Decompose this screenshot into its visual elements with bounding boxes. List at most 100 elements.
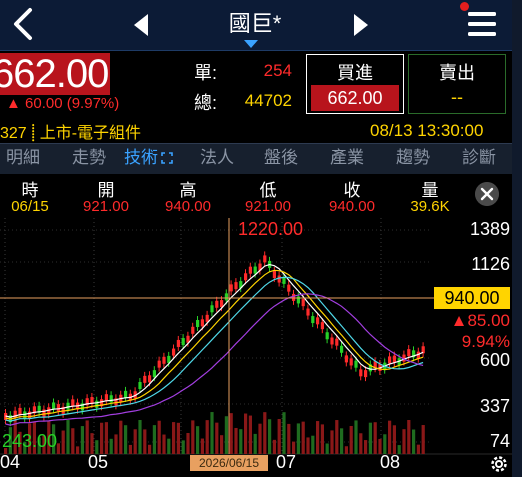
volume-bar bbox=[368, 422, 372, 454]
last-price: 662.00 bbox=[0, 53, 111, 95]
candle-body bbox=[71, 399, 75, 407]
volume-bar bbox=[114, 434, 118, 454]
volume-bar bbox=[316, 421, 320, 454]
volume-bar bbox=[100, 422, 104, 454]
y-tick-1126: 1126 bbox=[471, 254, 510, 274]
volume-bar bbox=[277, 419, 281, 454]
tab-after-hours[interactable]: 盤後 bbox=[264, 144, 298, 174]
dropdown-caret-icon[interactable] bbox=[244, 40, 258, 48]
volume-bar bbox=[224, 416, 228, 454]
candle-body bbox=[330, 337, 334, 345]
tab-diagnosis[interactable]: 診斷 bbox=[462, 144, 496, 174]
previous-stock-icon[interactable] bbox=[126, 10, 158, 40]
volume-bar bbox=[152, 425, 156, 454]
candle-body bbox=[152, 370, 156, 378]
y-tick-1389: 1389 bbox=[469, 219, 510, 239]
y-tick-337: 337 bbox=[479, 396, 510, 416]
volume-bar bbox=[66, 420, 70, 454]
ohlc-low-value: 921.00 bbox=[245, 198, 291, 215]
candle-body bbox=[52, 402, 56, 410]
buy-price: 662.00 bbox=[311, 85, 399, 111]
volume-bar bbox=[325, 443, 329, 454]
candle-body bbox=[364, 370, 368, 378]
x-tick-04: 04 bbox=[0, 452, 21, 472]
volume-bar bbox=[258, 423, 262, 454]
volume-bar bbox=[220, 435, 224, 454]
volume-bar bbox=[104, 422, 108, 454]
market-code: 327 bbox=[0, 125, 27, 142]
volume-bar bbox=[412, 429, 416, 454]
volume-bar bbox=[191, 420, 195, 454]
volume-bar bbox=[109, 438, 113, 454]
top-nav-bar: 國巨* bbox=[0, 0, 512, 51]
ohlc-time-value: 06/15 bbox=[11, 198, 49, 215]
settings-gear-icon[interactable] bbox=[489, 454, 509, 474]
volume-bar bbox=[138, 420, 142, 454]
expand-icon[interactable] bbox=[161, 152, 173, 164]
quote-panel: 662.00 ▲ 60.00 (9.97%) 327 ⸽ 上市-電子組件 單: … bbox=[0, 51, 512, 143]
ohlc-high-value: 940.00 bbox=[165, 198, 211, 215]
x-tick-08: 08 bbox=[380, 452, 401, 472]
volume-bar bbox=[421, 425, 425, 454]
candle-body bbox=[56, 404, 60, 412]
candle-body bbox=[306, 308, 310, 316]
volume-bar bbox=[124, 425, 128, 454]
candle-body bbox=[138, 382, 142, 390]
volume-bar bbox=[239, 429, 243, 454]
volume-bar bbox=[244, 413, 248, 454]
volume-bar bbox=[80, 426, 84, 454]
candle-body bbox=[143, 375, 147, 383]
volume-bar bbox=[392, 425, 396, 454]
candle-body bbox=[224, 293, 228, 301]
candle-body bbox=[191, 326, 195, 334]
peak-price-label: 1220.00 bbox=[238, 219, 304, 239]
buy-label: 買進 bbox=[337, 63, 373, 83]
sell-button[interactable]: 賣出 -- bbox=[408, 54, 506, 114]
candle-body bbox=[176, 339, 180, 347]
next-stock-icon[interactable] bbox=[344, 10, 376, 40]
volume-bar bbox=[229, 413, 233, 454]
candle-body bbox=[263, 255, 267, 263]
candle-body bbox=[234, 282, 238, 290]
link-icon: ⸽ bbox=[31, 125, 40, 142]
volume-bar bbox=[200, 438, 204, 454]
left-price-label: 243.00 bbox=[2, 431, 58, 451]
candle-body bbox=[340, 345, 344, 353]
candle-body bbox=[272, 270, 276, 278]
buy-button[interactable]: 買進 662.00 bbox=[306, 54, 404, 114]
total-volume-value: 44702 bbox=[244, 91, 292, 110]
candle-body bbox=[349, 358, 353, 366]
stock-title[interactable]: 國巨* bbox=[190, 6, 320, 38]
side-edge-strip bbox=[512, 0, 522, 477]
volume-bar bbox=[296, 423, 300, 454]
volume-bar bbox=[85, 420, 89, 454]
volume-bar bbox=[210, 412, 214, 454]
candle-body bbox=[18, 407, 22, 415]
candle-body bbox=[124, 390, 128, 398]
tab-technical[interactable]: 技術 bbox=[124, 144, 173, 174]
candle-body bbox=[316, 317, 320, 325]
candle-body bbox=[95, 400, 99, 408]
volume-bar bbox=[335, 420, 339, 454]
price-change: ▲ 60.00 (9.97%) bbox=[6, 95, 120, 112]
close-icon[interactable] bbox=[475, 182, 499, 206]
tab-trends[interactable]: 趨勢 bbox=[396, 144, 430, 174]
tab-institutional[interactable]: 法人 bbox=[200, 144, 234, 174]
single-volume-label: 單: bbox=[194, 63, 218, 83]
tab-industry[interactable]: 產業 bbox=[330, 144, 364, 174]
tab-details[interactable]: 明細 bbox=[6, 144, 40, 174]
volume-bars bbox=[4, 412, 425, 454]
volume-bar bbox=[340, 428, 344, 454]
cursor-date-label: 2026/06/15 bbox=[190, 455, 268, 471]
tab-trend[interactable]: 走勢 bbox=[72, 144, 106, 174]
volume-bar bbox=[128, 444, 132, 454]
candle-body bbox=[215, 300, 219, 308]
candle-body bbox=[325, 332, 329, 340]
candle-body bbox=[200, 319, 204, 327]
volume-bar bbox=[167, 438, 171, 454]
candle-body bbox=[248, 266, 252, 274]
candle-body bbox=[210, 305, 214, 313]
volume-bar bbox=[287, 423, 291, 454]
quote-datetime: 08/13 13:30:00 bbox=[370, 121, 484, 140]
back-arrow-icon[interactable] bbox=[2, 2, 46, 46]
